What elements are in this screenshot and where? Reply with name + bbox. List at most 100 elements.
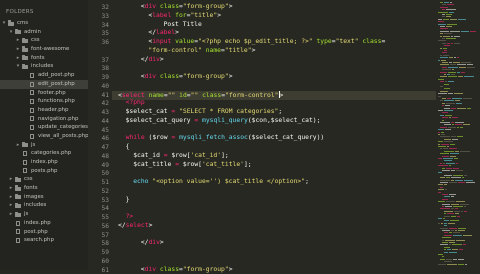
sidebar-folder[interactable]: ▸ images bbox=[0, 193, 88, 202]
code-line[interactable]: } bbox=[114, 196, 130, 204]
code-line[interactable]: while ($row = mysqli_fetch_assoc($select… bbox=[114, 134, 325, 142]
minimap-line bbox=[440, 57, 448, 59]
code-line[interactable]: <input value="<?php echo $p_edit_title; … bbox=[114, 38, 385, 46]
minimap-line bbox=[450, 2, 452, 3]
minimap-line bbox=[446, 177, 450, 179]
minimap-line bbox=[440, 30, 449, 32]
folder-icon bbox=[15, 176, 21, 182]
minimap-line bbox=[456, 162, 458, 164]
minimap-line bbox=[440, 162, 442, 164]
minimap-line bbox=[446, 26, 452, 27]
minimap-line bbox=[440, 76, 447, 78]
code-line[interactable]: Post Title bbox=[114, 21, 202, 29]
sidebar-file[interactable]: view_all_posts.php bbox=[0, 132, 88, 141]
minimap-line bbox=[444, 150, 454, 152]
chevron-right-icon[interactable]: ▸ bbox=[8, 210, 14, 219]
code-line[interactable]: </div> bbox=[114, 56, 164, 64]
minimap-line bbox=[448, 66, 458, 68]
code-line[interactable]: <div class="form-group"> bbox=[114, 73, 233, 81]
code-line[interactable]: $cat_title = $row['cat_title']; bbox=[114, 161, 251, 169]
minimap-line bbox=[442, 119, 444, 121]
sidebar-file[interactable]: index.php bbox=[0, 158, 88, 167]
sidebar-folder[interactable]: ▸ includes bbox=[0, 201, 88, 210]
sidebar-item-label: footer.php bbox=[38, 89, 66, 96]
sidebar-file[interactable]: navigation.php bbox=[0, 115, 88, 124]
chevron-down-icon[interactable]: ▾ bbox=[8, 28, 14, 37]
code-line[interactable]: </select> bbox=[114, 222, 152, 230]
sidebar-item-label: includes bbox=[24, 202, 47, 209]
chevron-right-icon[interactable]: ▸ bbox=[8, 184, 14, 193]
code-token: type bbox=[312, 38, 332, 45]
minimap-line bbox=[438, 93, 447, 95]
minimap-line bbox=[444, 83, 449, 85]
code-line[interactable]: <select name="" id="" class="form-contro… bbox=[112, 90, 436, 100]
code-line[interactable]: $select_cat_query = mysqli_query($con,$s… bbox=[114, 117, 321, 125]
code-line[interactable]: <div class="form-group"> bbox=[114, 3, 233, 11]
sidebar-file[interactable]: posts.php bbox=[0, 167, 88, 176]
chevron-right-icon[interactable]: ▸ bbox=[15, 141, 21, 150]
sidebar-folder[interactable]: ▾ includes bbox=[0, 62, 88, 71]
sidebar-folder[interactable]: ▾ cms bbox=[0, 19, 88, 28]
sidebar-folder[interactable]: ▸ css bbox=[0, 175, 88, 184]
minimap-line bbox=[464, 174, 467, 176]
sidebar-folder[interactable]: ▸ font-awesome bbox=[0, 45, 88, 54]
code-line[interactable]: <label for="title"> bbox=[114, 12, 221, 20]
code-line[interactable]: $cat_id = $row['cat_id']; bbox=[114, 152, 229, 160]
code-line[interactable]: "form-control" name="title"> bbox=[114, 47, 255, 55]
line-number: 35 bbox=[101, 30, 109, 38]
minimap-line bbox=[451, 215, 456, 217]
code-line[interactable]: ?> bbox=[114, 213, 134, 221]
code-token: > bbox=[159, 55, 164, 63]
sidebar-folder[interactable]: ▸ fonts bbox=[0, 54, 88, 63]
file-icon bbox=[30, 81, 34, 87]
code-line[interactable]: <?php bbox=[114, 99, 145, 107]
minimap-line bbox=[444, 196, 450, 198]
sidebar-file[interactable]: edit_post.php bbox=[0, 79, 88, 89]
code-line[interactable]: $select_cat = "SELECT * FROM categories"… bbox=[114, 108, 283, 116]
minimap-line bbox=[447, 42, 450, 44]
code-token: value bbox=[171, 38, 195, 45]
chevron-right-icon[interactable]: ▸ bbox=[8, 201, 14, 210]
sidebar-file[interactable]: post.php bbox=[0, 228, 88, 237]
minimap-line bbox=[457, 215, 460, 217]
minimap-line bbox=[442, 14, 445, 15]
sidebar-folder[interactable]: ▸ css bbox=[0, 36, 88, 45]
chevron-right-icon[interactable]: ▸ bbox=[8, 193, 14, 202]
code-token: > bbox=[148, 221, 153, 229]
sidebar-file[interactable]: search.php bbox=[0, 236, 88, 245]
minimap-line bbox=[438, 23, 446, 25]
sidebar-item-label: fonts bbox=[24, 185, 38, 192]
sidebar-file[interactable]: add_post.php bbox=[0, 71, 88, 80]
code-token: ?> bbox=[125, 213, 134, 220]
sidebar-file[interactable]: functions.php bbox=[0, 97, 88, 106]
minimap-line bbox=[449, 165, 451, 167]
sidebar-file[interactable]: header.php bbox=[0, 106, 88, 115]
sidebar-folder[interactable]: ▸ fonts bbox=[0, 184, 88, 193]
line-number: 36 bbox=[101, 39, 109, 46]
code-line[interactable]: </label> bbox=[114, 29, 179, 37]
chevron-right-icon[interactable]: ▸ bbox=[8, 175, 14, 184]
chevron-down-icon[interactable]: ▾ bbox=[15, 62, 21, 71]
sidebar-folder[interactable]: ▾ admin bbox=[0, 28, 88, 37]
code-line[interactable]: { bbox=[114, 143, 130, 151]
code-line[interactable]: echo "<option value='') $cat_title </opt… bbox=[114, 178, 309, 186]
sidebar-folder[interactable]: ▸ js bbox=[0, 141, 88, 150]
minimap[interactable] bbox=[436, 0, 480, 270]
chevron-right-icon[interactable]: ▸ bbox=[15, 54, 21, 63]
sidebar-file[interactable]: categories.php bbox=[0, 149, 88, 158]
minimap-line bbox=[464, 76, 474, 78]
chevron-right-icon[interactable]: ▸ bbox=[15, 36, 21, 45]
code-area[interactable]: <div class="form-group"> <label for="titl… bbox=[112, 0, 436, 273]
sidebar-folder[interactable]: ▸ js bbox=[0, 210, 88, 219]
chevron-down-icon[interactable]: ▾ bbox=[1, 19, 7, 28]
sidebar-file[interactable]: index.php bbox=[0, 219, 88, 228]
minimap-line bbox=[462, 177, 464, 179]
sidebar-file[interactable]: update_categories.p bbox=[0, 123, 88, 132]
code-line[interactable]: </div> bbox=[114, 239, 164, 247]
minimap-line bbox=[453, 62, 460, 63]
minimap-line bbox=[451, 196, 454, 198]
minimap-line bbox=[454, 35, 460, 37]
minimap-line bbox=[442, 155, 449, 157]
sidebar-file[interactable]: footer.php bbox=[0, 89, 88, 98]
chevron-right-icon[interactable]: ▸ bbox=[15, 45, 21, 54]
